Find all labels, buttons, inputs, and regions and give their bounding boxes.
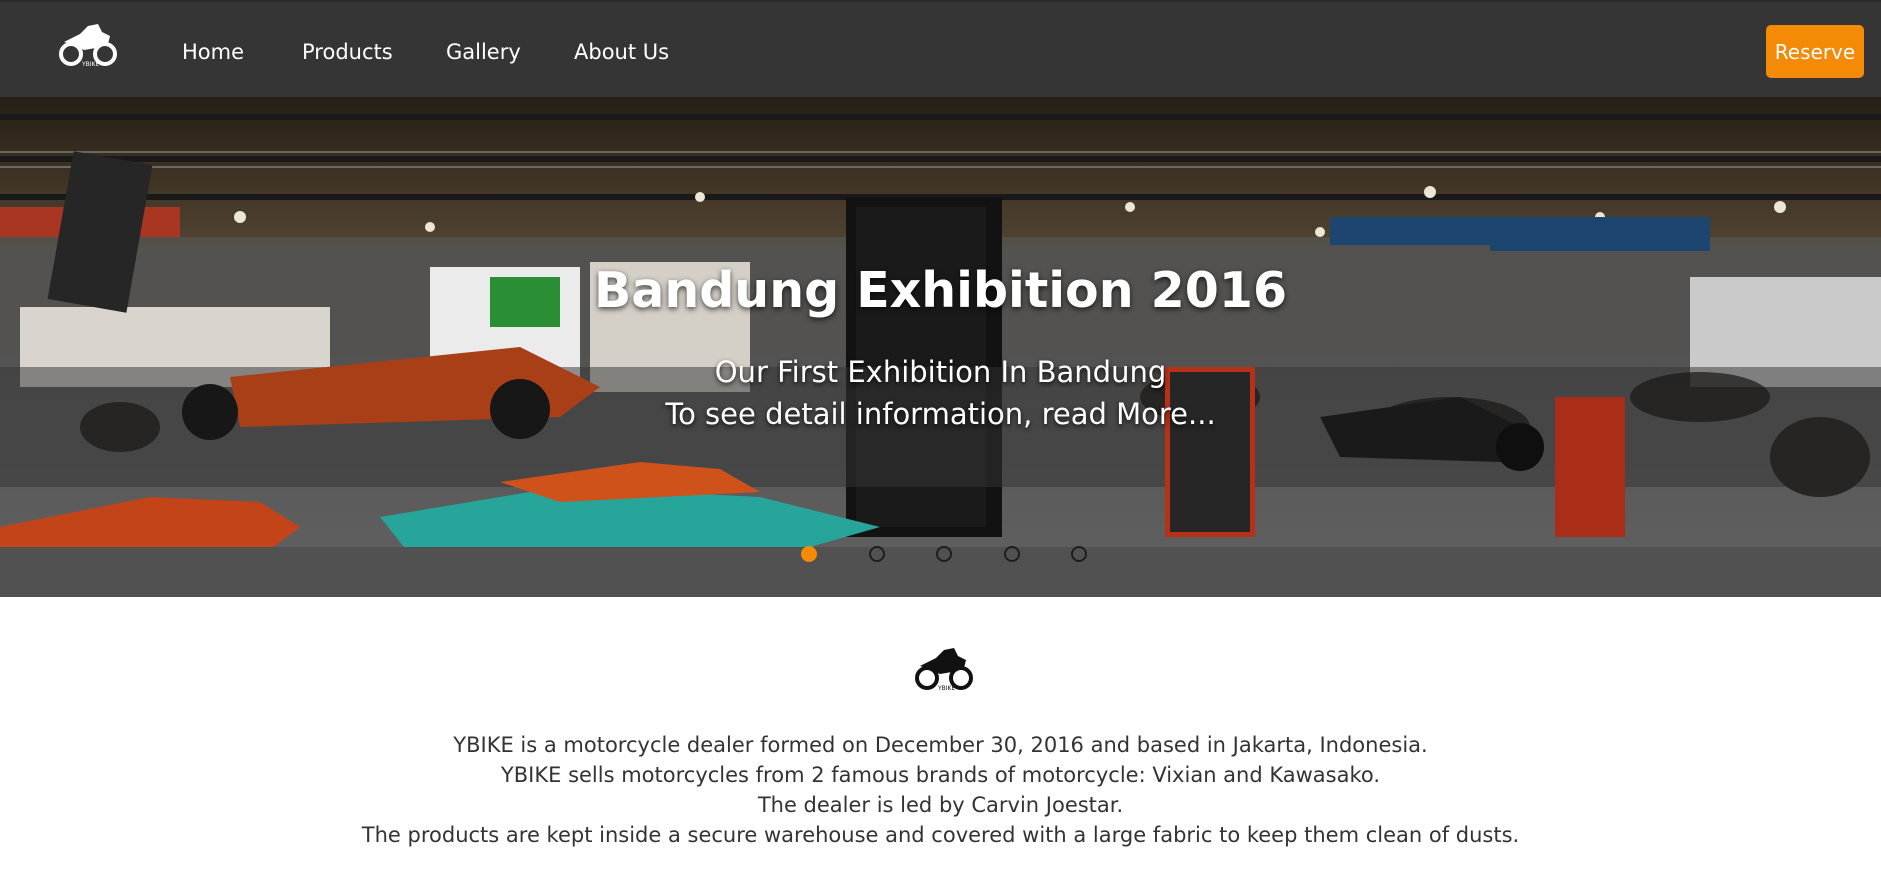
carousel-indicator-3[interactable] xyxy=(936,546,952,562)
about-text-line-4: The products are kept inside a secure wa… xyxy=(361,823,1520,847)
carousel-indicator-1[interactable] xyxy=(801,546,817,562)
logo-motorcycle-icon[interactable]: YBIKE xyxy=(58,22,118,68)
carousel-detail-link[interactable]: To see detail information, read More... xyxy=(0,397,1881,431)
nav-products[interactable]: Products xyxy=(302,40,393,64)
nav-about-us[interactable]: About Us xyxy=(574,40,669,64)
carousel-indicator-2[interactable] xyxy=(869,546,885,562)
about-text-line-1: YBIKE is a motorcycle dealer formed on D… xyxy=(453,733,1428,757)
carousel-subtitle: Our First Exhibition In Bandung xyxy=(714,355,1167,389)
svg-text:YBIKE: YBIKE xyxy=(81,61,99,68)
about-text-line-2: YBIKE sells motorcycles from 2 famous br… xyxy=(500,763,1381,787)
carousel-indicator-5[interactable] xyxy=(1071,546,1087,562)
reserve-button[interactable]: Reserve xyxy=(1766,25,1864,78)
svg-text:YBIKE: YBIKE xyxy=(937,685,955,692)
nav-gallery[interactable]: Gallery xyxy=(446,40,521,64)
about-text-line-3: The dealer is led by Carvin Joestar. xyxy=(757,793,1124,817)
exhibition-hall-image xyxy=(0,97,1881,597)
nav-home[interactable]: Home xyxy=(182,40,244,64)
about-motorcycle-icon: YBIKE xyxy=(915,648,973,692)
carousel-title: Bandung Exhibition 2016 xyxy=(593,262,1288,319)
hero-carousel[interactable]: Bandung Exhibition 2016 Our First Exhibi… xyxy=(0,97,1881,597)
navbar: YBIKE Home Products Gallery About Us Res… xyxy=(0,0,1881,97)
carousel-indicator-4[interactable] xyxy=(1004,546,1020,562)
